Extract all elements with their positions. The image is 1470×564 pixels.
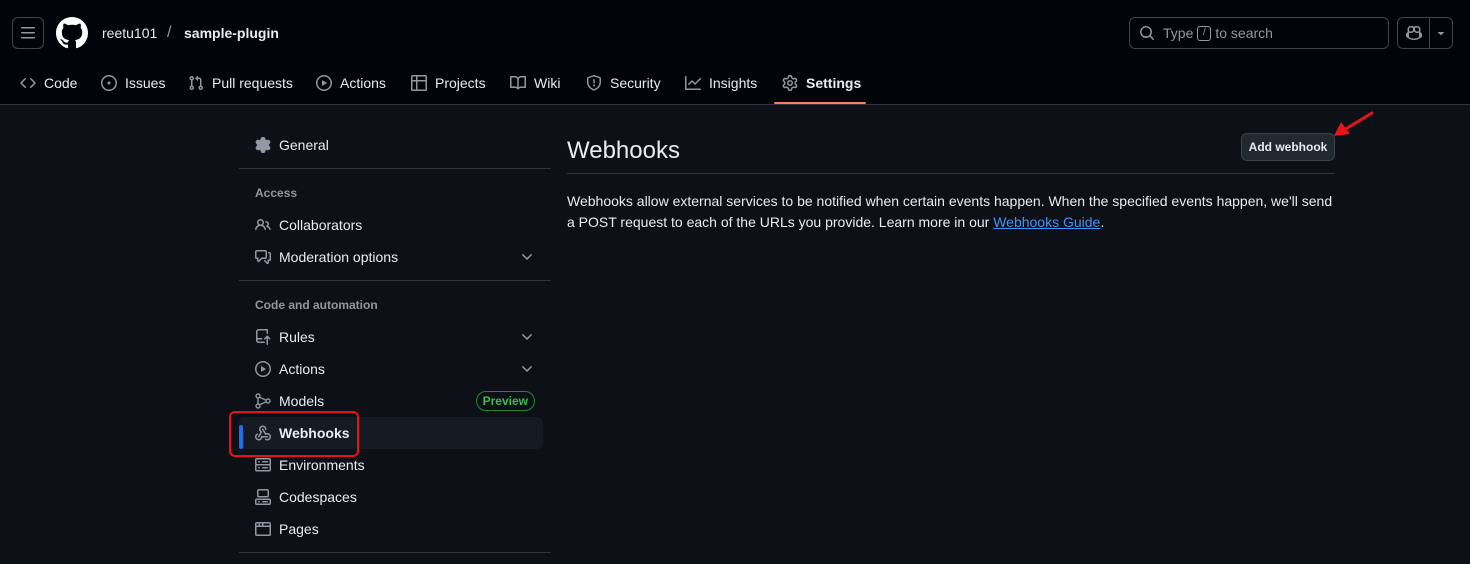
tab-code[interactable]: Code bbox=[20, 60, 77, 105]
sidebar-item-codespaces-label: Codespaces bbox=[279, 489, 357, 505]
play-icon bbox=[255, 361, 271, 377]
breadcrumb-repo[interactable]: sample-plugin bbox=[184, 25, 279, 41]
sidebar-divider bbox=[239, 552, 551, 553]
gear-icon bbox=[782, 74, 798, 91]
sidebar-item-actions-label: Actions bbox=[279, 361, 325, 377]
title-divider bbox=[567, 173, 1335, 174]
search-shortcut-key: / bbox=[1197, 25, 1212, 41]
sidebar-divider bbox=[239, 168, 551, 169]
sidebar-item-actions[interactable]: Actions bbox=[239, 353, 543, 385]
sidebar-item-general[interactable]: General bbox=[239, 129, 543, 161]
hamburger-icon bbox=[21, 27, 35, 39]
tab-issues[interactable]: Issues bbox=[101, 60, 165, 105]
comment-discussion-icon bbox=[255, 250, 271, 264]
browser-icon bbox=[255, 522, 271, 536]
sidebar-item-models-label: Models bbox=[279, 393, 325, 409]
tab-settings-label: Settings bbox=[806, 74, 862, 91]
webhooks-guide-link[interactable]: Webhooks Guide bbox=[993, 214, 1100, 230]
tab-code-label: Code bbox=[44, 74, 78, 91]
tab-insights[interactable]: Insights bbox=[685, 60, 757, 105]
copilot-button[interactable] bbox=[1398, 18, 1430, 48]
sidebar-item-pages[interactable]: Pages bbox=[239, 513, 543, 545]
chevron-down-icon bbox=[522, 334, 532, 340]
ai-model-icon bbox=[255, 393, 271, 409]
tab-pull-requests-label: Pull requests bbox=[212, 74, 293, 91]
tab-pull-requests[interactable]: Pull requests bbox=[188, 60, 293, 105]
add-webhook-button[interactable]: Add webhook bbox=[1241, 133, 1335, 161]
play-icon bbox=[316, 74, 332, 91]
search-icon bbox=[1140, 26, 1155, 41]
sidebar-item-rules[interactable]: Rules bbox=[239, 321, 543, 353]
chevron-down-icon bbox=[522, 366, 532, 372]
menu-button[interactable] bbox=[12, 17, 44, 49]
search-placeholder-before: Type bbox=[1163, 25, 1194, 41]
tab-wiki[interactable]: Wiki bbox=[510, 60, 560, 105]
repo-push-icon bbox=[256, 329, 271, 345]
sidebar-item-webhooks[interactable]: Webhooks bbox=[239, 417, 543, 449]
code-icon bbox=[20, 77, 36, 88]
preview-badge: Preview bbox=[475, 391, 535, 411]
tab-insights-label: Insights bbox=[709, 74, 758, 91]
tab-security-label: Security bbox=[610, 74, 661, 91]
github-logo-icon[interactable] bbox=[56, 17, 88, 49]
tab-projects[interactable]: Projects bbox=[411, 60, 486, 105]
active-tab-underline bbox=[774, 102, 866, 104]
sidebar-group-access: Access bbox=[255, 186, 298, 200]
sidebar-item-models[interactable]: Models Preview bbox=[239, 385, 543, 417]
tab-actions[interactable]: Actions bbox=[316, 60, 386, 105]
sidebar-item-moderation[interactable]: Moderation options bbox=[239, 241, 543, 273]
chevron-down-icon bbox=[522, 254, 532, 260]
codespaces-icon bbox=[255, 489, 271, 505]
breadcrumb-owner[interactable]: reetu101 bbox=[102, 25, 157, 41]
sidebar-item-rules-label: Rules bbox=[279, 329, 315, 345]
tab-wiki-label: Wiki bbox=[534, 74, 561, 91]
sidebar-item-collaborators-label: Collaborators bbox=[279, 217, 363, 233]
sidebar-item-webhooks-label: Webhooks bbox=[279, 425, 350, 441]
server-icon bbox=[255, 458, 271, 472]
tab-settings[interactable]: Settings bbox=[782, 60, 861, 105]
sidebar-item-pages-label: Pages bbox=[279, 521, 319, 537]
sidebar-item-environments[interactable]: Environments bbox=[239, 449, 543, 481]
tab-actions-label: Actions bbox=[340, 74, 386, 91]
sidebar-item-environments-label: Environments bbox=[279, 457, 365, 473]
graph-icon bbox=[685, 75, 701, 90]
webhook-icon bbox=[255, 425, 271, 441]
page-title: Webhooks bbox=[567, 137, 680, 164]
book-icon bbox=[510, 75, 526, 89]
people-icon bbox=[255, 218, 271, 231]
tab-projects-label: Projects bbox=[435, 74, 486, 91]
webhooks-description: Webhooks allow external services to be n… bbox=[567, 191, 1335, 233]
tab-issues-label: Issues bbox=[125, 74, 166, 91]
description-text: Webhooks allow external services to be n… bbox=[567, 193, 1333, 230]
annotation-arrow-icon bbox=[1334, 111, 1374, 136]
copilot-icon bbox=[1405, 25, 1422, 41]
shield-icon bbox=[587, 74, 601, 91]
pull-request-icon bbox=[189, 75, 204, 90]
sidebar-item-collaborators[interactable]: Collaborators bbox=[239, 209, 543, 241]
tab-security[interactable]: Security bbox=[586, 60, 661, 105]
copilot-button-group bbox=[1397, 17, 1453, 49]
sidebar-item-moderation-label: Moderation options bbox=[279, 249, 399, 265]
sidebar-divider bbox=[239, 280, 551, 281]
global-header: reetu101 / sample-plugin Type / to searc… bbox=[0, 0, 1470, 105]
gear-icon bbox=[255, 137, 271, 153]
selected-indicator bbox=[239, 425, 243, 449]
breadcrumb-separator: / bbox=[167, 24, 172, 41]
sidebar-item-codespaces[interactable]: Codespaces bbox=[239, 481, 543, 513]
repo-nav: Code Issues Pull requests Actions Projec… bbox=[0, 60, 1470, 105]
issue-icon bbox=[101, 74, 117, 91]
triangle-down-icon bbox=[1437, 31, 1445, 36]
search-placeholder-after: to search bbox=[1215, 25, 1273, 41]
description-end: . bbox=[1100, 214, 1105, 230]
sidebar-item-general-label: General bbox=[279, 137, 329, 153]
copilot-dropdown-button[interactable] bbox=[1430, 18, 1452, 48]
table-icon bbox=[411, 74, 427, 91]
search-input[interactable]: Type / to search bbox=[1129, 17, 1389, 49]
sidebar-group-code-automation: Code and automation bbox=[255, 298, 378, 312]
